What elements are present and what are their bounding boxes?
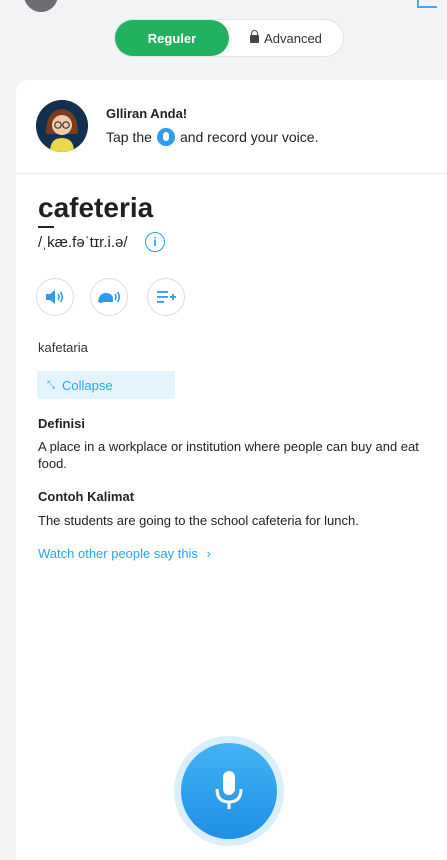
definition-label: Definisi: [38, 416, 85, 431]
lock-icon: [250, 30, 260, 43]
play-audio-button[interactable]: [36, 278, 74, 316]
speaker-icon: [46, 290, 64, 304]
add-to-list-icon: [157, 291, 176, 303]
coach-text-before: Tap the: [106, 129, 152, 145]
collapse-label: Collapse: [62, 377, 113, 393]
add-to-list-button[interactable]: [147, 278, 185, 316]
example-text: The students are going to the school caf…: [38, 513, 359, 528]
watch-others-label: Watch other people say this: [38, 546, 198, 561]
coach-text-after: and record your voice.: [179, 129, 319, 145]
ipa-transcription: /ˌkæ.fəˈtɪr.i.ə/: [38, 234, 128, 251]
profile-avatar[interactable]: [24, 0, 58, 12]
example-label: Contoh Kalimat: [38, 489, 135, 504]
regular-mode-label: Reguler: [147, 30, 197, 46]
advanced-mode-label: Advanced: [264, 30, 322, 46]
mode-toggle: Reguler Advanced: [114, 19, 344, 57]
record-button[interactable]: [181, 743, 277, 839]
microphone-icon: [215, 771, 243, 809]
coach-instruction: Tap the and record your voice.: [106, 128, 318, 146]
info-icon[interactable]: i: [145, 232, 165, 252]
coach-avatar: [36, 100, 88, 152]
coach-title: Glliran Anda!: [106, 106, 188, 121]
chevron-right-icon: ›: [206, 546, 211, 561]
collapse-button[interactable]: ⤡ Collapse: [37, 371, 175, 399]
advanced-mode-button[interactable]: Advanced: [229, 20, 343, 56]
watch-others-link[interactable]: Watch other people say this ›: [38, 546, 211, 561]
word-title: cafeteria: [38, 192, 154, 223]
collapse-icon: ⤡: [47, 379, 55, 391]
exit-icon[interactable]: [417, 0, 437, 8]
record-button-ring: [174, 736, 284, 846]
pronunciation-card: Glliran Anda! Tap the and record your vo…: [16, 80, 447, 860]
coach-prompt: Glliran Anda! Tap the and record your vo…: [36, 100, 436, 160]
play-slow-audio-button[interactable]: [90, 278, 128, 316]
stress-marker: [38, 226, 54, 228]
regular-mode-button[interactable]: Reguler: [115, 20, 229, 56]
divider: [16, 173, 447, 174]
microphone-icon: [156, 128, 175, 146]
word-translation: kafetaria: [38, 340, 88, 355]
slow-speaker-icon: [98, 291, 121, 303]
definition-text: A place in a workplace or institution wh…: [38, 439, 419, 471]
